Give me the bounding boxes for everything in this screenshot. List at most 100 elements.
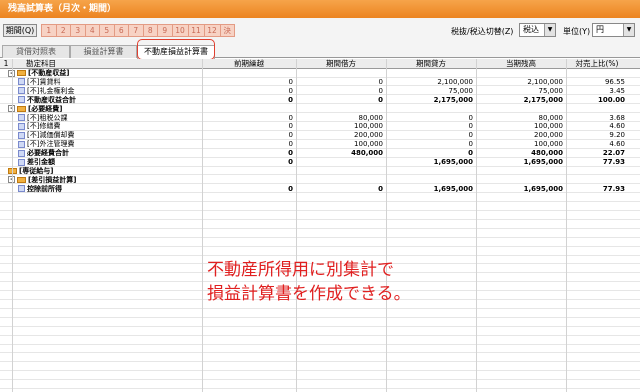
table-row[interactable]: [不]修繕費 0 100,000 0 100,000 4.60 xyxy=(0,122,640,131)
grid-header-row: 1 勘定科目 前期繰越 期間借方 期間貸方 当期残高 対売上比(%) xyxy=(0,59,640,69)
account-name-cell: [不]外注管理費 xyxy=(18,140,202,148)
month-9[interactable]: 9 xyxy=(157,24,173,37)
column-divider xyxy=(296,59,297,392)
column-header-3[interactable]: 期間貸方 xyxy=(386,59,476,68)
amount-cell: 2,175,000 xyxy=(523,95,563,104)
amount-cell: 0 xyxy=(468,149,473,158)
account-name-cell: 差引金額 xyxy=(18,158,202,166)
month-3[interactable]: 3 xyxy=(70,24,86,37)
amount-cell: 480,000 xyxy=(351,149,383,158)
tax-select-value: 税込 xyxy=(523,25,539,34)
table-row[interactable]: [不]礼金権利金 0 0 75,000 75,000 3.45 xyxy=(0,87,640,96)
table-row[interactable]: [不]減価償却費 0 200,000 0 200,000 9.20 xyxy=(0,131,640,140)
amount-cell: 0 xyxy=(378,184,383,193)
unit-select-value: 円 xyxy=(596,25,604,34)
table-row[interactable]: 必要経費合計 0 480,000 0 480,000 22.07 xyxy=(0,149,640,158)
account-name: [不]賃貸料 xyxy=(27,77,61,86)
empty-row xyxy=(0,345,640,354)
table-row[interactable]: 不動産収益合計 0 0 2,175,000 2,175,000 100.00 xyxy=(0,96,640,105)
tab-income-statement[interactable]: 損益計算書 xyxy=(70,45,137,58)
folder-icon xyxy=(17,70,26,76)
amount-cell: 0 xyxy=(378,95,383,104)
amount-cell: 2,175,000 xyxy=(433,95,473,104)
account-name: [不動産収益] xyxy=(28,69,70,77)
table-row[interactable]: [不]租税公課 0 80,000 0 80,000 3.68 xyxy=(0,113,640,122)
amount-cell xyxy=(476,105,566,113)
month-selector: 1 2 3 4 5 6 7 8 9 10 11 12 決 xyxy=(41,24,235,37)
column-header-2[interactable]: 期間借方 xyxy=(296,59,386,68)
empty-row xyxy=(0,194,640,203)
table-row[interactable]: [不]賃貸料 0 0 2,100,000 2,100,000 96.55 xyxy=(0,78,640,87)
column-header-4[interactable]: 当期残高 xyxy=(476,59,566,68)
table-row[interactable]: 差引金額 0 1,695,000 1,695,000 77.93 xyxy=(0,158,640,167)
account-name: [不]減価償却費 xyxy=(27,131,75,140)
table-row[interactable]: 控除前所得 0 0 1,695,000 1,695,000 77.93 xyxy=(0,185,640,194)
month-13[interactable]: 決 xyxy=(219,24,235,37)
empty-row xyxy=(0,318,640,327)
amount-cell xyxy=(476,69,566,77)
amount-cell xyxy=(566,176,628,184)
account-name: 差引金額 xyxy=(27,158,55,166)
account-name: [必要経費] xyxy=(28,104,63,113)
amount-cell: 100,000 xyxy=(534,122,563,131)
account-name-cell: [不]修繕費 xyxy=(18,122,202,130)
amount-cell xyxy=(386,167,476,175)
tab-balance-sheet[interactable]: 貸借対照表 xyxy=(2,45,70,58)
tab-highlight-outline xyxy=(137,39,215,60)
chevron-down-icon: ▼ xyxy=(544,24,555,36)
unit-select[interactable]: 円 ▼ xyxy=(592,23,635,37)
amount-cell: 100,000 xyxy=(354,140,383,149)
amount-cell xyxy=(202,176,296,184)
amount-cell: 2,100,000 xyxy=(527,77,563,86)
table-row[interactable]: -[差引損益計算] xyxy=(0,176,640,185)
column-header-5[interactable]: 対売上比(%) xyxy=(566,59,628,68)
month-4[interactable]: 4 xyxy=(84,24,100,37)
table-row[interactable]: -[不動産収益] xyxy=(0,69,640,78)
amount-cell: 200,000 xyxy=(354,131,383,140)
document-icon xyxy=(18,122,25,130)
table-row[interactable]: [専従給与] xyxy=(0,167,640,176)
period-toolbar: 期間(Q) 1 2 3 4 5 6 7 8 9 10 11 12 決 税抜/税込切替(Z) 税込 ▼ 単… xyxy=(0,18,640,44)
amount-cell: 0 xyxy=(288,131,293,140)
amount-cell: 2,100,000 xyxy=(437,77,473,86)
month-2[interactable]: 2 xyxy=(55,24,71,37)
amount-cell: 480,000 xyxy=(531,149,563,158)
tab-bar: 貸借対照表 損益計算書 不動産損益計算書 xyxy=(0,44,640,59)
document-icon xyxy=(18,149,25,157)
amount-cell: 4.60 xyxy=(609,140,625,149)
month-11[interactable]: 11 xyxy=(187,24,205,37)
amount-cell: 3.68 xyxy=(609,113,625,122)
grid-corner: 1 xyxy=(3,59,9,68)
amount-cell: 0 xyxy=(378,86,383,95)
caption-line-1: 不動産所得用に別集計で xyxy=(207,260,394,280)
account-name-cell: -[差引損益計算] xyxy=(8,176,202,184)
column-divider xyxy=(566,59,567,392)
empty-row xyxy=(0,211,640,220)
empty-row xyxy=(0,363,640,372)
table-row[interactable]: [不]外注管理費 0 100,000 0 100,000 4.60 xyxy=(0,140,640,149)
amount-cell xyxy=(202,167,296,175)
month-10[interactable]: 10 xyxy=(171,24,189,37)
document-icon xyxy=(18,131,25,139)
column-header-0[interactable]: 勘定科目 xyxy=(14,59,202,68)
amount-cell: 0 xyxy=(468,131,473,140)
month-7[interactable]: 7 xyxy=(128,24,144,37)
month-8[interactable]: 8 xyxy=(142,24,158,37)
amount-cell: 0 xyxy=(288,140,293,149)
table-row[interactable]: -[必要経費] xyxy=(0,105,640,114)
amount-cell: 9.20 xyxy=(609,131,625,140)
period-button[interactable]: 期間(Q) xyxy=(3,24,37,37)
tax-select[interactable]: 税込 ▼ xyxy=(519,23,556,37)
document-icon xyxy=(18,96,25,104)
account-name-cell: 必要経費合計 xyxy=(18,149,202,157)
amount-cell: 0 xyxy=(468,122,473,131)
amount-cell: 1,695,000 xyxy=(523,184,563,193)
account-name-cell: [専従給与] xyxy=(8,167,202,175)
month-6[interactable]: 6 xyxy=(113,24,129,37)
column-header-1[interactable]: 前期繰越 xyxy=(202,59,296,68)
month-5[interactable]: 5 xyxy=(99,24,115,37)
month-12[interactable]: 12 xyxy=(203,24,221,37)
account-name: [不]修繕費 xyxy=(27,122,61,131)
amount-cell: 100.00 xyxy=(597,95,625,104)
month-1[interactable]: 1 xyxy=(41,24,57,37)
